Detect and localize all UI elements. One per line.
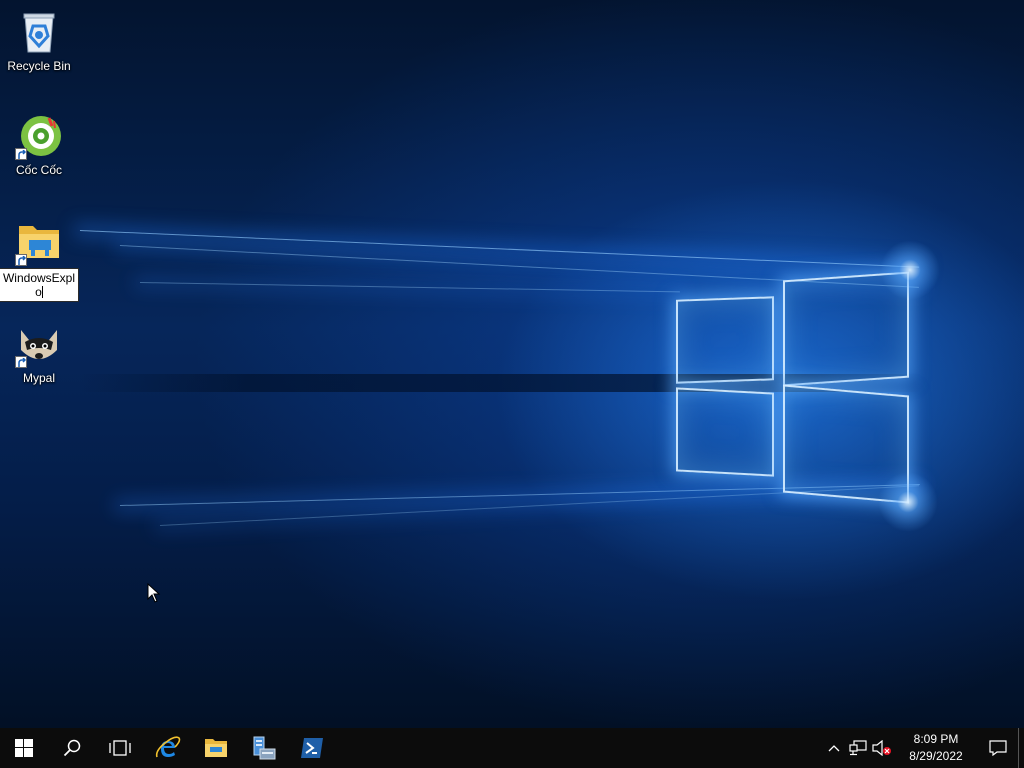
desktop-background[interactable]: Recycle Bin Cốc Cốc WindowsExplo Mypal	[0, 0, 1024, 728]
internet-explorer-icon	[155, 736, 181, 758]
light-flare	[878, 472, 938, 532]
desktop-icon-recycle-bin[interactable]: Recycle Bin	[2, 8, 76, 73]
server-manager-icon	[253, 736, 276, 760]
clock-time: 8:09 PM	[913, 732, 959, 746]
light-flare	[880, 240, 940, 300]
task-view-icon	[109, 740, 131, 756]
clock-date: 8/29/2022	[909, 749, 963, 763]
network-icon	[849, 740, 867, 756]
windows-logo-icon	[15, 739, 33, 757]
server-manager-button[interactable]	[240, 728, 288, 768]
powershell-icon	[301, 738, 323, 758]
desktop-icon-coc-coc[interactable]: Cốc Cốc	[2, 112, 76, 177]
logo-pane-bottom-left	[676, 387, 774, 477]
mypal-raccoon-icon	[15, 320, 63, 368]
notification-icon	[989, 740, 1007, 756]
shortcut-arrow-icon	[15, 356, 27, 368]
task-view-button[interactable]	[96, 728, 144, 768]
start-button[interactable]	[0, 728, 48, 768]
text-caret	[41, 286, 43, 298]
desktop-icon-label: Recycle Bin	[7, 59, 71, 73]
action-center-button[interactable]	[978, 728, 1018, 768]
system-tray: 8:09 PM 8/29/2022	[822, 728, 1024, 768]
chevron-up-icon	[828, 745, 840, 752]
desktop-icon-windows-explorer[interactable]: WindowsExplo	[0, 218, 79, 302]
mouse-cursor-icon	[147, 583, 161, 603]
file-explorer-button[interactable]	[192, 728, 240, 768]
folder-icon	[15, 218, 63, 266]
desktop-icon-mypal[interactable]: Mypal	[2, 320, 76, 385]
desktop-icon-label: Mypal	[22, 371, 55, 385]
desktop-icon-label: Cốc Cốc	[15, 163, 62, 177]
network-button[interactable]	[846, 728, 870, 768]
search-icon	[63, 739, 81, 757]
internet-explorer-button[interactable]	[144, 728, 192, 768]
recycle-bin-icon	[15, 8, 63, 56]
light-beam	[139, 282, 680, 293]
logo-pane-top-left	[676, 296, 774, 384]
show-hidden-icons-button[interactable]	[822, 728, 846, 768]
rename-textbox[interactable]: WindowsExplo	[0, 268, 79, 302]
rename-textbox-value: WindowsExplo	[2, 271, 76, 299]
volume-muted-icon	[872, 740, 891, 756]
shortcut-arrow-icon	[15, 148, 27, 160]
taskbar: 8:09 PM 8/29/2022	[0, 728, 1024, 768]
coc-coc-browser-icon	[15, 112, 63, 160]
powershell-button[interactable]	[288, 728, 336, 768]
show-desktop-button[interactable]	[1018, 728, 1024, 768]
volume-button[interactable]	[870, 728, 894, 768]
shortcut-arrow-icon	[15, 254, 27, 266]
search-button[interactable]	[48, 728, 96, 768]
clock-button[interactable]: 8:09 PM 8/29/2022	[894, 728, 978, 768]
file-explorer-icon	[205, 739, 227, 757]
